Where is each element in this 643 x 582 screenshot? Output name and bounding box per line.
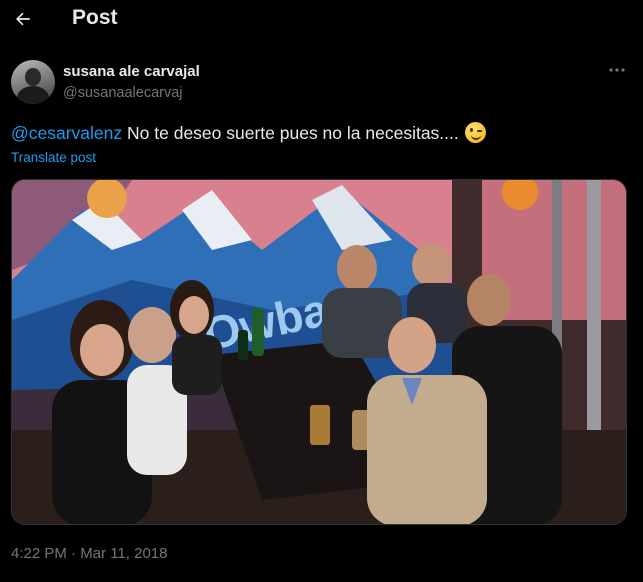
author-display-name[interactable]: susana ale carvajal <box>63 63 200 80</box>
post-body: No te deseo suerte pues no la necesitas.… <box>122 123 459 143</box>
translate-post-link[interactable]: Translate post <box>11 150 96 165</box>
post-text: @cesarvalenz No te deseo suerte pues no … <box>11 122 486 144</box>
author-handle[interactable]: @susanaalecarvaj <box>63 85 183 101</box>
winking-face-emoji-icon <box>464 122 486 143</box>
more-horizontal-icon <box>609 68 625 72</box>
post-timestamp[interactable]: 4:22 PM · Mar 11, 2018 <box>11 545 167 562</box>
back-button[interactable] <box>10 6 36 32</box>
post-photo[interactable]: Owbar <box>11 179 627 525</box>
more-options-button[interactable] <box>604 62 630 78</box>
page-title: Post <box>72 6 118 29</box>
top-bar: Post <box>0 0 643 38</box>
arrow-left-icon <box>16 12 30 26</box>
mention-link[interactable]: @cesarvalenz <box>11 123 122 143</box>
avatar[interactable] <box>11 60 55 104</box>
